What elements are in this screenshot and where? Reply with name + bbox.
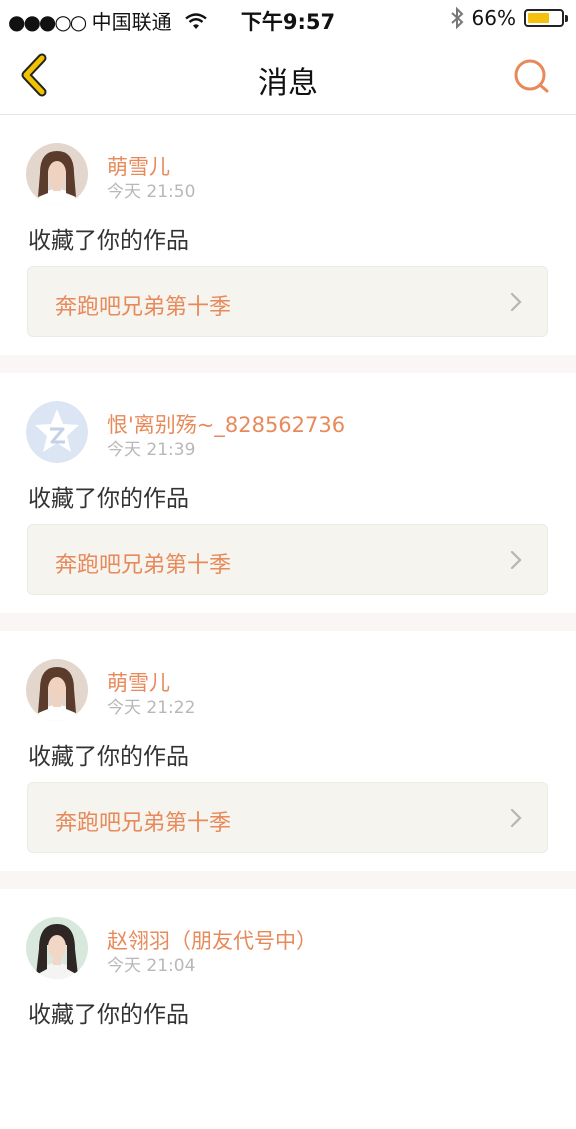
message-list: 萌雪儿 今天 21:50 收藏了你的作品 奔跑吧兄弟第十季 恨'离别殇~_828… bbox=[0, 115, 576, 1129]
work-title: 奔跑吧兄弟第十季 bbox=[55, 553, 232, 578]
search-icon bbox=[514, 59, 549, 93]
chevron-right-icon bbox=[510, 550, 522, 570]
avatar[interactable] bbox=[26, 917, 88, 979]
user-photo-icon bbox=[26, 659, 88, 721]
message-action: 收藏了你的作品 bbox=[28, 228, 189, 254]
search-button[interactable] bbox=[512, 57, 552, 97]
message-time: 今天 21:22 bbox=[107, 698, 196, 718]
work-link[interactable]: 奔跑吧兄弟第十季 bbox=[27, 782, 548, 853]
avatar[interactable] bbox=[26, 143, 88, 205]
message-item: 赵翎羽（朋友代号中） 今天 21:04 收藏了你的作品 bbox=[0, 889, 576, 1129]
message-item: 萌雪儿 今天 21:50 收藏了你的作品 奔跑吧兄弟第十季 bbox=[0, 115, 576, 355]
status-bar: ●●●○○ 中国联通 下午9:57 66% bbox=[0, 0, 576, 38]
message-item: 萌雪儿 今天 21:22 收藏了你的作品 奔跑吧兄弟第十季 bbox=[0, 631, 576, 871]
bluetooth-icon bbox=[450, 7, 463, 29]
avatar[interactable] bbox=[26, 659, 88, 721]
work-title: 奔跑吧兄弟第十季 bbox=[55, 295, 232, 320]
message-time: 今天 21:50 bbox=[107, 182, 196, 202]
user-photo-icon bbox=[26, 143, 88, 205]
user-photo-icon bbox=[26, 917, 88, 979]
separator bbox=[0, 355, 576, 373]
message-time: 今天 21:04 bbox=[107, 956, 196, 976]
battery-icon bbox=[524, 9, 568, 27]
work-title: 奔跑吧兄弟第十季 bbox=[55, 811, 232, 836]
message-time: 今天 21:39 bbox=[107, 440, 196, 460]
qq-default-avatar-icon bbox=[26, 401, 88, 463]
message-action: 收藏了你的作品 bbox=[28, 486, 189, 512]
status-right: 66% bbox=[450, 6, 568, 30]
nav-bar: 消息 bbox=[0, 38, 576, 115]
message-action: 收藏了你的作品 bbox=[28, 744, 189, 770]
battery-percent: 66% bbox=[471, 6, 516, 30]
work-link[interactable]: 奔跑吧兄弟第十季 bbox=[27, 266, 548, 337]
separator bbox=[0, 613, 576, 631]
chevron-right-icon bbox=[510, 292, 522, 312]
message-item: 恨'离别殇~_828562736 今天 21:39 收藏了你的作品 奔跑吧兄弟第… bbox=[0, 373, 576, 613]
work-link[interactable]: 奔跑吧兄弟第十季 bbox=[27, 524, 548, 595]
chevron-right-icon bbox=[510, 808, 522, 828]
avatar[interactable] bbox=[26, 401, 88, 463]
battery-level-fill bbox=[528, 13, 550, 23]
separator bbox=[0, 871, 576, 889]
page-title: 消息 bbox=[258, 66, 318, 101]
